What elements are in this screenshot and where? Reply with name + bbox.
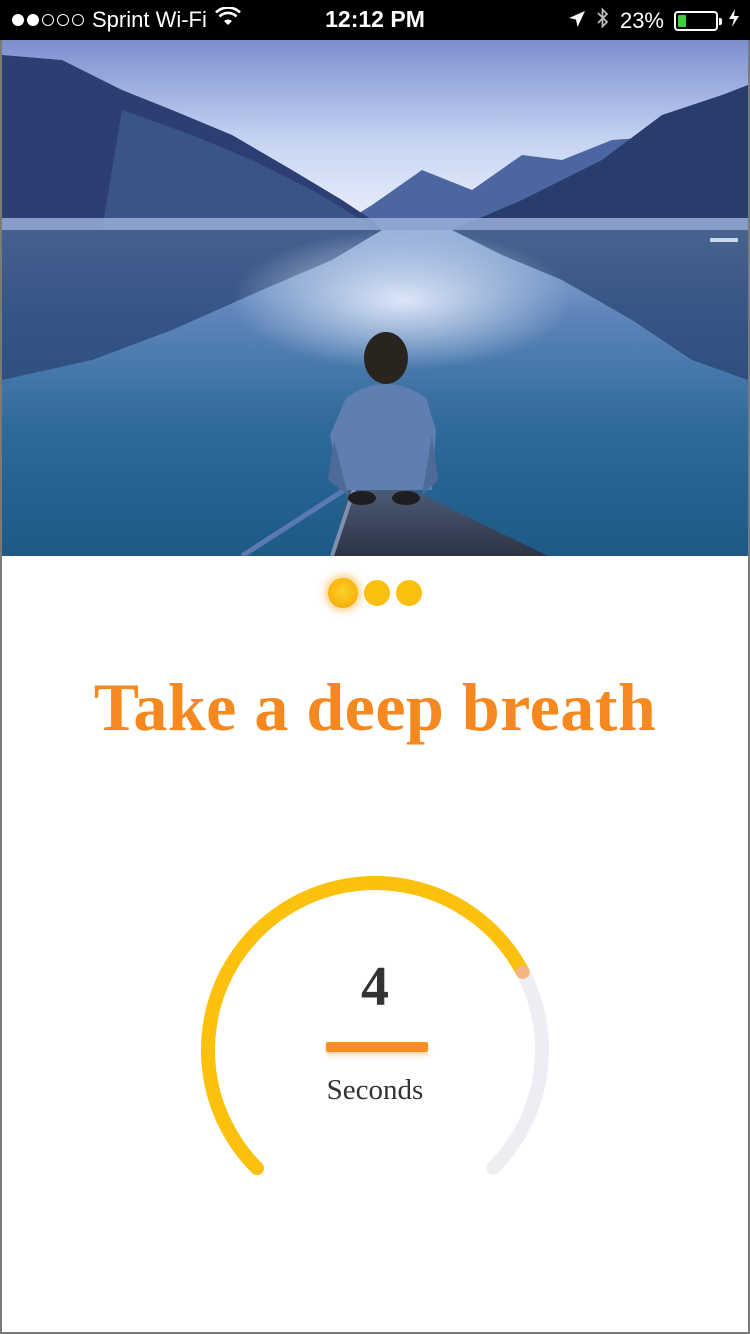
charging-bolt-icon [728, 8, 740, 34]
bluetooth-icon [596, 7, 610, 35]
page-dot-2[interactable] [364, 580, 390, 606]
status-right: 23% [568, 7, 740, 35]
timer-value: 4 [361, 956, 389, 1018]
page-dot-1[interactable] [328, 578, 358, 608]
breath-timer-gauge: 4 Seconds [190, 870, 560, 1190]
battery-icon [674, 11, 722, 31]
battery-level [678, 15, 687, 27]
location-arrow-icon [568, 8, 586, 34]
timer-unit: Seconds [326, 1074, 424, 1106]
status-bar: Sprint Wi-Fi 12:12 PM 23% [0, 0, 750, 40]
hero-image [2, 40, 748, 556]
battery-percent: 23% [619, 8, 664, 33]
page-dot-3[interactable] [396, 580, 422, 606]
page-title: Take a deep breath [93, 669, 657, 745]
timer-underline [326, 1042, 428, 1052]
page-indicator [0, 578, 750, 608]
gauge-progress-arc [201, 876, 530, 1176]
